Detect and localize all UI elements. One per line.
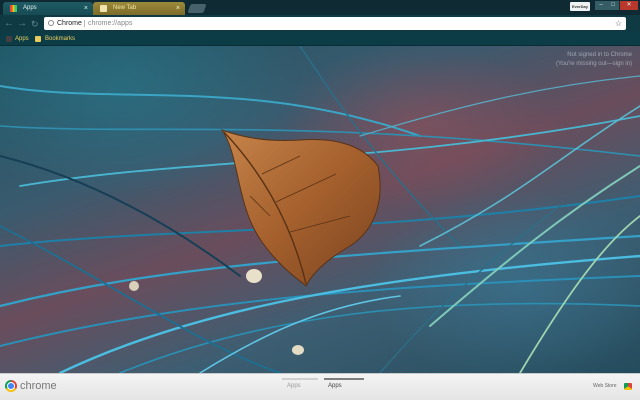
web-store-icon[interactable] [624,383,632,390]
page-tab-apps-selected[interactable]: Apps [328,381,342,391]
bookmark-star-icon[interactable]: ☆ [615,17,622,30]
tab-strip: Apps × New Tab × EverDay – □ ✕ [0,0,640,15]
reload-icon[interactable]: ↻ [31,18,39,30]
maximize-icon[interactable]: □ [607,1,619,10]
chrome-logo-icon [5,380,17,392]
profile-button[interactable]: EverDay [570,2,590,11]
apps-page-wallpaper: Not signed in to Chrome (You're missing … [0,46,640,373]
page-indicator-selected[interactable] [324,378,364,380]
apps-grid-icon [10,5,17,12]
brand-wordmark: chrome [20,380,57,392]
toolbar: ← → ↻ Chrome chrome://apps ☆ [0,15,640,33]
tab-apps[interactable]: Apps × [3,2,93,15]
close-tab-icon[interactable]: × [176,2,180,15]
close-tab-icon[interactable]: × [84,2,88,15]
new-tab-button[interactable] [187,4,207,13]
apps-bottom-bar: chrome Apps Apps Web Store [0,373,640,400]
minimize-icon[interactable]: – [595,1,607,10]
bookmark-folder-bookmarks[interactable]: Bookmarks [45,33,75,45]
close-icon[interactable]: ✕ [620,1,638,10]
signin-line-1: Not signed in to Chrome [567,52,632,58]
page-indicator[interactable] [282,378,318,380]
wallpaper-grass-and-leaf [0,46,640,373]
forward-arrow-icon[interactable]: → [17,18,27,30]
tab-new-tab[interactable]: New Tab × [93,2,185,15]
apps-grid-icon [6,36,12,42]
bookmarks-bar: Apps Bookmarks [0,33,640,46]
bookmark-apps[interactable]: Apps [15,33,29,45]
tab-title: New Tab [113,5,137,11]
omnibox-scheme-label: Chrome [57,20,82,27]
signin-notice[interactable]: Not signed in to Chrome (You're missing … [556,51,632,69]
back-arrow-icon[interactable]: ← [4,18,14,30]
tab-title: Apps [23,5,37,11]
omnibox-url[interactable]: chrome://apps [88,17,132,30]
web-store-link[interactable]: Web Store [593,382,617,391]
folder-icon [35,36,41,42]
page-icon [100,5,107,12]
dry-leaf [220,128,381,287]
omnibox-separator [84,20,85,27]
page-tab-apps[interactable]: Apps [287,381,301,391]
chrome-page-icon [48,20,54,26]
omnibox[interactable]: Chrome chrome://apps ☆ [44,17,626,30]
signin-line-2: (You're missing out—sign in) [556,61,632,67]
